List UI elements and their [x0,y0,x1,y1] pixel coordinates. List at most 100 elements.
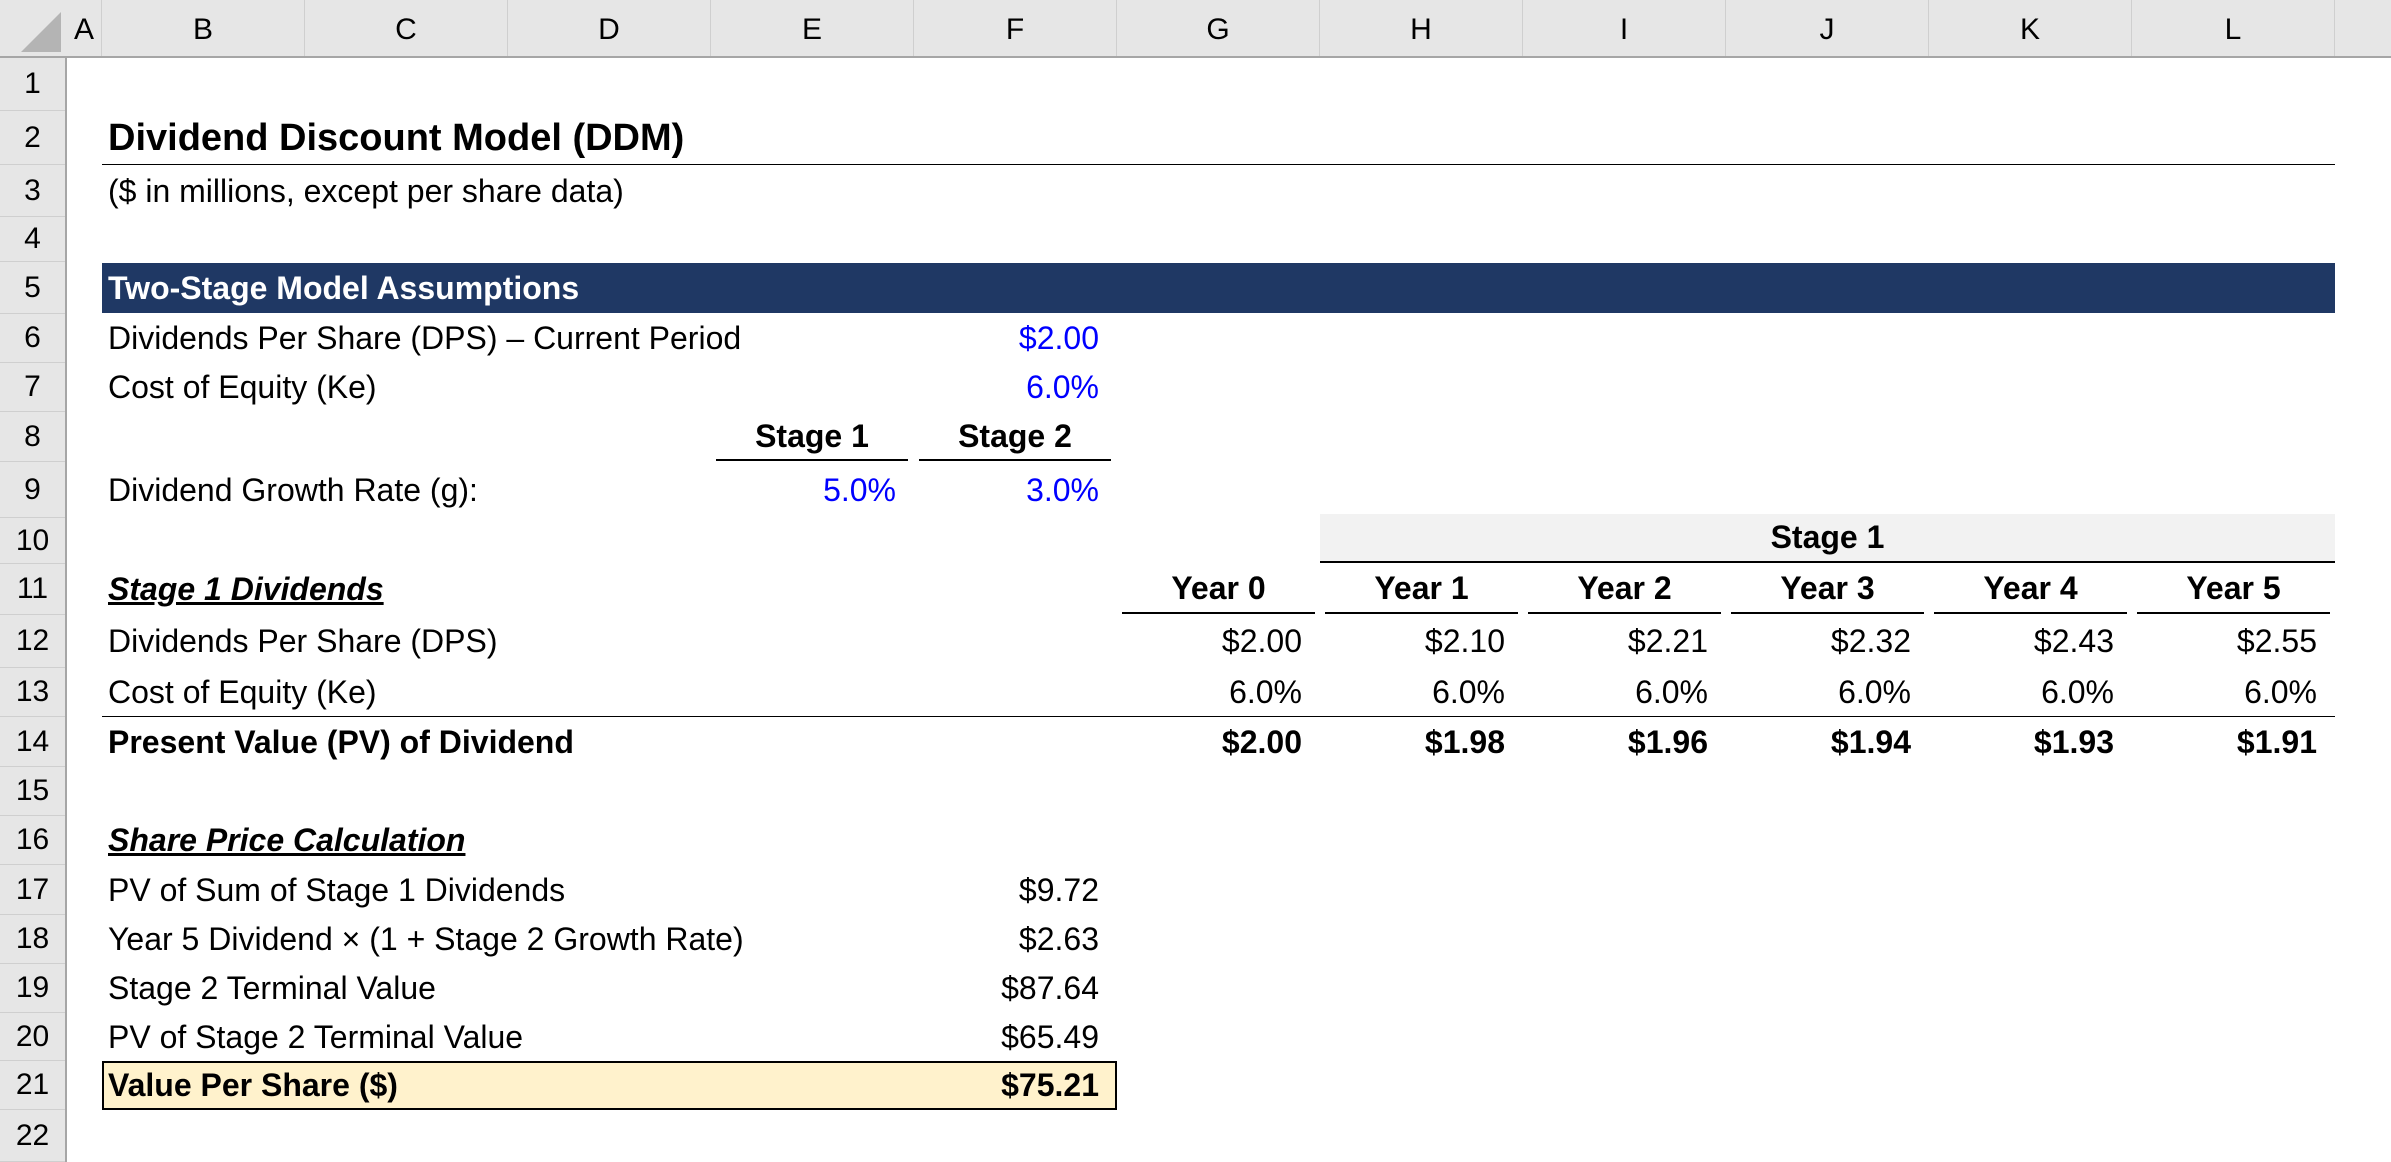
share-price-section-title[interactable]: Share Price Calculation [102,816,465,865]
column-header-d[interactable]: D [508,0,711,56]
year-header-0[interactable]: Year 0 [1122,564,1315,613]
dps-year-0[interactable]: $2.00 [1117,615,1320,668]
year5-dividend-grown-label[interactable]: Year 5 Dividend × (1 + Stage 2 Growth Ra… [102,915,744,964]
year-0-underline [1122,612,1315,614]
stage1-dividends-section-title[interactable]: Stage 1 Dividends [102,564,384,615]
row-header-12[interactable]: 12 [0,615,65,668]
column-header-g[interactable]: G [1117,0,1320,56]
stage1-header-underline [716,459,908,461]
dps-year-1[interactable]: $2.10 [1320,615,1523,668]
assumptions-header-text: Two-Stage Model Assumptions [108,270,580,306]
row-header-5[interactable]: 5 [0,262,65,314]
row-header-18[interactable]: 18 [0,915,65,964]
year-5-underline [2137,612,2330,614]
row-header-2[interactable]: 2 [0,111,65,165]
pv-sum-stage1-value[interactable]: $9.72 [914,865,1117,915]
pv-stage2-terminal-value-label[interactable]: PV of Stage 2 Terminal Value [102,1013,523,1061]
stage1-band-label: Stage 1 [1770,519,1885,555]
pv-year-0[interactable]: $2.00 [1117,717,1320,767]
column-header-k[interactable]: K [1929,0,2132,56]
year-2-underline [1528,612,1721,614]
row-header-11[interactable]: 11 [0,564,65,615]
stage1-column-header[interactable]: Stage 1 [716,412,908,460]
growth-rate-label[interactable]: Dividend Growth Rate (g): [102,462,478,518]
dps-year-5[interactable]: $2.55 [2132,615,2335,668]
pv-stage2-terminal-value-value[interactable]: $65.49 [914,1013,1117,1061]
row-header-3[interactable]: 3 [0,165,65,217]
year-header-5[interactable]: Year 5 [2137,564,2330,613]
stage1-band-header[interactable]: Stage 1 [1320,514,2335,563]
pv-dividend-label[interactable]: Present Value (PV) of Dividend [102,717,574,767]
row-header-bar: 1 2 3 4 5 6 7 8 9 10 11 12 13 14 15 16 1… [0,58,67,1162]
stage1-ke-label[interactable]: Cost of Equity (Ke) [102,668,377,717]
assumptions-header-banner[interactable]: Two-Stage Model Assumptions [102,263,2335,313]
dps-year-4[interactable]: $2.43 [1929,615,2132,668]
ke-year-2[interactable]: 6.0% [1523,668,1726,717]
column-header-c[interactable]: C [305,0,508,56]
row-header-13[interactable]: 13 [0,668,65,717]
stage2-header-underline [919,459,1111,461]
row-header-17[interactable]: 17 [0,865,65,915]
column-header-l[interactable]: L [2132,0,2335,56]
ke-year-5[interactable]: 6.0% [2132,668,2335,717]
value-per-share-label[interactable]: Value Per Share ($) [102,1061,398,1110]
stage2-terminal-value-label[interactable]: Stage 2 Terminal Value [102,964,436,1013]
dps-year-2[interactable]: $2.21 [1523,615,1726,668]
dps-current-label[interactable]: Dividends Per Share (DPS) – Current Peri… [102,314,741,363]
row-header-6[interactable]: 6 [0,314,65,363]
column-header-a[interactable]: A [67,0,102,56]
row-header-4[interactable]: 4 [0,217,65,262]
growth-rate-stage2[interactable]: 3.0% [914,462,1117,518]
column-header-h[interactable]: H [1320,0,1523,56]
stage2-terminal-value-value[interactable]: $87.64 [914,964,1117,1013]
row-header-9[interactable]: 9 [0,462,65,518]
year-1-underline [1325,612,1518,614]
growth-rate-stage1[interactable]: 5.0% [711,462,914,518]
year5-dividend-grown-value[interactable]: $2.63 [914,915,1117,964]
cost-of-equity-label[interactable]: Cost of Equity (Ke) [102,363,377,412]
row-header-15[interactable]: 15 [0,767,65,816]
dps-current-value[interactable]: $2.00 [914,314,1117,363]
row-header-7[interactable]: 7 [0,363,65,412]
pv-year-5[interactable]: $1.91 [2132,717,2335,767]
ke-year-3[interactable]: 6.0% [1726,668,1929,717]
year-header-4[interactable]: Year 4 [1934,564,2127,613]
column-header-e[interactable]: E [711,0,914,56]
row-header-14[interactable]: 14 [0,717,65,767]
row-header-8[interactable]: 8 [0,412,65,462]
row-header-21[interactable]: 21 [0,1061,65,1110]
value-per-share-value[interactable]: $75.21 [914,1061,1117,1110]
year-4-underline [1934,612,2127,614]
cost-of-equity-value[interactable]: 6.0% [914,363,1117,412]
stage1-dps-label[interactable]: Dividends Per Share (DPS) [102,615,497,668]
row-header-16[interactable]: 16 [0,816,65,865]
row-header-20[interactable]: 20 [0,1013,65,1061]
column-header-i[interactable]: I [1523,0,1726,56]
row-header-22[interactable]: 22 [0,1110,65,1162]
row-header-10[interactable]: 10 [0,518,65,564]
column-header-f[interactable]: F [914,0,1117,56]
row-header-1[interactable]: 1 [0,58,65,111]
pv-year-4[interactable]: $1.93 [1929,717,2132,767]
page-title[interactable]: Dividend Discount Model (DDM) [102,111,684,165]
ke-year-1[interactable]: 6.0% [1320,668,1523,717]
ke-year-4[interactable]: 6.0% [1929,668,2132,717]
column-header-j[interactable]: J [1726,0,1929,56]
select-all-triangle-icon [21,12,61,52]
pv-year-3[interactable]: $1.94 [1726,717,1929,767]
year-3-underline [1731,612,1924,614]
row-header-19[interactable]: 19 [0,964,65,1013]
year-header-2[interactable]: Year 2 [1528,564,1721,613]
dps-year-3[interactable]: $2.32 [1726,615,1929,668]
pv-year-2[interactable]: $1.96 [1523,717,1726,767]
select-all-button[interactable] [0,0,67,56]
subtitle[interactable]: ($ in millions, except per share data) [102,165,624,217]
column-header-b[interactable]: B [102,0,305,56]
year-header-1[interactable]: Year 1 [1325,564,1518,613]
stage2-column-header[interactable]: Stage 2 [919,412,1111,460]
pv-year-1[interactable]: $1.98 [1320,717,1523,767]
ke-year-0[interactable]: 6.0% [1117,668,1320,717]
pv-sum-stage1-label[interactable]: PV of Sum of Stage 1 Dividends [102,865,565,915]
year-header-3[interactable]: Year 3 [1731,564,1924,613]
column-header-bar: A B C D E F G H I J K L [0,0,2391,58]
